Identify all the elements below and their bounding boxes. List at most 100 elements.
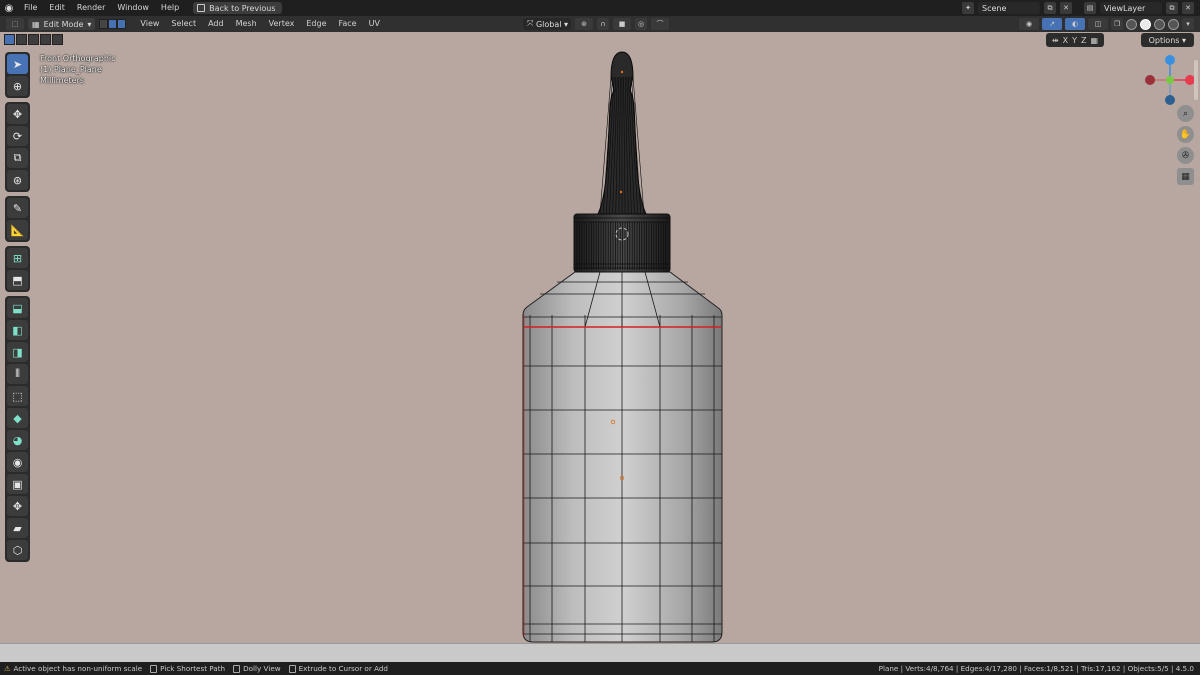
pan-hand-icon[interactable]: ✋	[1177, 126, 1194, 143]
edge-slide-tool[interactable]: ◉	[7, 452, 28, 472]
blender-logo-icon[interactable]: ◉	[0, 0, 18, 16]
snap-target-icon[interactable]: ■	[613, 18, 631, 30]
zoom-icon[interactable]: ⌕	[1177, 105, 1194, 122]
xray-toggle-icon[interactable]: ❐	[1111, 18, 1123, 30]
visibility-icon[interactable]: ◉	[1019, 18, 1039, 30]
hint-extrude-text: Extrude to Cursor or Add	[298, 664, 388, 673]
rotate-tool[interactable]: ⟳	[7, 126, 28, 146]
transform-tool[interactable]: ⊛	[7, 170, 28, 190]
spin-tool[interactable]: ◆	[7, 408, 28, 428]
menu-uv[interactable]: UV	[363, 16, 386, 32]
scale-tool[interactable]: ⧉	[7, 148, 28, 168]
move-tool[interactable]: ✥	[7, 104, 28, 124]
material-preview-icon[interactable]	[1154, 18, 1165, 30]
mirror-axis-bar: ⇹ X Y Z ▦	[1045, 33, 1104, 47]
auto-merge-icon[interactable]: ▦	[1090, 36, 1098, 45]
axis-x-toggle[interactable]: X	[1063, 36, 1068, 45]
solid-shading-icon[interactable]	[1140, 18, 1151, 30]
select-subtract-icon[interactable]	[28, 34, 39, 45]
new-scene-icon[interactable]: ⧉	[1044, 2, 1056, 14]
ortho-grid-icon[interactable]: ▦	[1177, 168, 1194, 185]
edge-select-icon[interactable]	[108, 19, 118, 29]
rip-region-tool[interactable]: ▰	[7, 518, 28, 538]
new-viewlayer-icon[interactable]: ⧉	[1166, 2, 1178, 14]
menu-file[interactable]: File	[18, 0, 43, 16]
3d-viewport[interactable]: ⇹ X Y Z ▦ Options ▾ Front Orthographic (…	[0, 32, 1200, 662]
snap-icon[interactable]: ∩	[597, 18, 609, 30]
loop-cut-tool[interactable]: ◨	[7, 342, 28, 362]
camera-view-icon[interactable]: ✇	[1177, 147, 1194, 164]
mirror-icon: ⇹	[1051, 35, 1059, 45]
vertex-select-icon[interactable]	[99, 19, 109, 29]
menu-add[interactable]: Add	[202, 16, 230, 32]
select-intersect-icon[interactable]	[52, 34, 63, 45]
options-dropdown[interactable]: Options ▾	[1140, 33, 1194, 47]
viewlayer-icon[interactable]: ▤	[1084, 2, 1096, 14]
selection-mode-bar	[4, 34, 63, 45]
axis-z-toggle[interactable]: Z	[1081, 36, 1086, 45]
mesh-edit-overlay-icon[interactable]: ◫	[1088, 18, 1108, 30]
chevron-down-icon: ▾	[87, 19, 92, 29]
mouse-left-icon	[150, 664, 158, 673]
back-to-previous-button[interactable]: Back to Previous	[193, 2, 282, 14]
navigation-gizmo[interactable]	[1140, 50, 1200, 110]
menu-window[interactable]: Window	[111, 0, 155, 16]
select-box-tool[interactable]: ➤	[7, 54, 28, 74]
menu-help[interactable]: Help	[155, 0, 185, 16]
overlay-toggle-icon[interactable]: ◐	[1065, 18, 1085, 30]
select-invert-icon[interactable]	[40, 34, 51, 45]
unit-system: Millimeters	[40, 76, 85, 85]
annotate-tool[interactable]: ✎	[7, 198, 28, 218]
pivot-point-icon[interactable]: ⊛	[575, 18, 593, 30]
push-pull-tool[interactable]: ⬡	[7, 540, 28, 560]
menu-edit[interactable]: Edit	[43, 0, 71, 16]
scene-field[interactable]: Scene	[978, 2, 1040, 14]
shading-options-icon[interactable]: ▾	[1182, 18, 1194, 30]
mouse-right-icon	[288, 664, 296, 673]
editor-type-icon[interactable]: ⬚	[6, 18, 24, 30]
extrude-region-tool[interactable]: ⬒	[7, 270, 28, 290]
orientation-dropdown[interactable]: ⤧ Global ▾	[523, 18, 571, 30]
axis-y-toggle[interactable]: Y	[1072, 36, 1077, 45]
delete-viewlayer-icon[interactable]: ✕	[1182, 2, 1194, 14]
shear-tool[interactable]: ✥	[7, 496, 28, 516]
mode-selector[interactable]: ▦ Edit Mode ▾	[28, 18, 96, 30]
smooth-tool[interactable]: ◕	[7, 430, 28, 450]
measure-tool[interactable]: 📐	[7, 220, 28, 240]
region-scroll-handle[interactable]	[1194, 60, 1198, 100]
menu-select[interactable]: Select	[165, 16, 202, 32]
bottle-mesh[interactable]	[0, 32, 1200, 662]
menu-mesh[interactable]: Mesh	[230, 16, 263, 32]
scene-name: Scene	[982, 3, 1007, 13]
proportional-edit-icon[interactable]: ◎	[635, 18, 647, 30]
select-new-icon[interactable]	[4, 34, 15, 45]
rendered-shading-icon[interactable]	[1168, 18, 1179, 30]
falloff-icon[interactable]: ⌒	[651, 18, 669, 30]
scene-type-icon[interactable]: ✦	[962, 2, 974, 14]
mode-label: Edit Mode	[43, 19, 84, 29]
menu-vertex[interactable]: Vertex	[263, 16, 301, 32]
face-select-icon[interactable]	[117, 19, 127, 29]
menu-view[interactable]: View	[134, 16, 165, 32]
add-cube-tool[interactable]: ⊞	[7, 248, 28, 268]
knife-tool[interactable]: ⫴	[7, 364, 28, 384]
menu-render[interactable]: Render	[71, 0, 111, 16]
hint-shortest-path: Pick Shortest Path	[146, 664, 229, 673]
status-warning-text: Active object has non-uniform scale	[13, 664, 143, 673]
poly-build-tool[interactable]: ⬚	[7, 386, 28, 406]
select-extend-icon[interactable]	[16, 34, 27, 45]
menu-edge[interactable]: Edge	[300, 16, 332, 32]
menu-face[interactable]: Face	[333, 16, 363, 32]
gizmo-toggle-icon[interactable]: ↗	[1042, 18, 1062, 30]
shrink-fatten-tool[interactable]: ▣	[7, 474, 28, 494]
delete-scene-icon[interactable]: ✕	[1060, 2, 1072, 14]
hint-shortest-path-text: Pick Shortest Path	[160, 664, 226, 673]
bevel-tool[interactable]: ◧	[7, 320, 28, 340]
viewlayer-field[interactable]: ViewLayer	[1100, 2, 1162, 14]
gizmo-neg-z-axis-icon	[1165, 95, 1175, 105]
wireframe-shading-icon[interactable]	[1126, 18, 1137, 30]
cursor-tool[interactable]: ⊕	[7, 76, 28, 96]
scene-statistics: Plane | Verts:4/8,764 | Edges:4/17,280 |…	[878, 664, 1194, 673]
viewport-header: ⬚ ▦ Edit Mode ▾ View Select Add Mesh Ver…	[0, 16, 1200, 32]
inset-faces-tool[interactable]: ⬓	[7, 298, 28, 318]
